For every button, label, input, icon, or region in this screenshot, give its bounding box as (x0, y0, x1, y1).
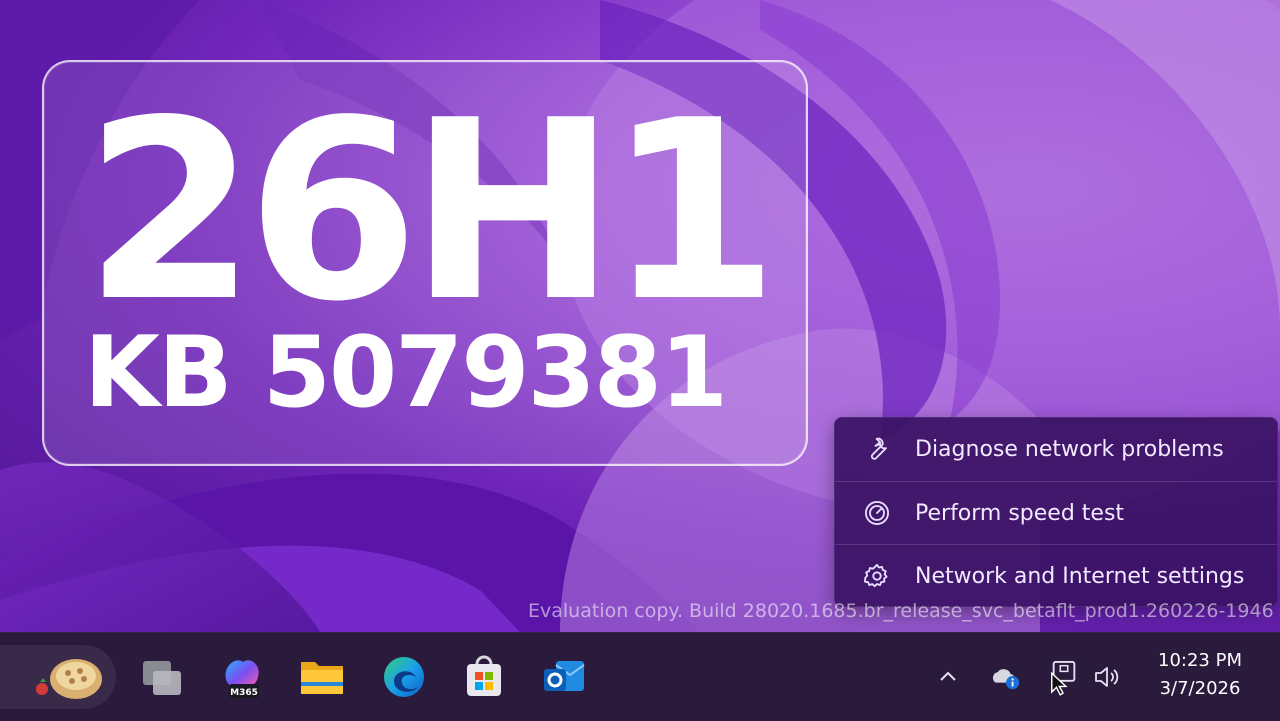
evaluation-watermark: Evaluation copy. Build 28020.1685.br_rel… (528, 600, 1274, 622)
taskbar-task-view[interactable] (136, 651, 188, 703)
ethernet-icon (1051, 660, 1076, 696)
taskbar-file-explorer[interactable] (296, 651, 348, 703)
tray-network[interactable] (1048, 660, 1080, 696)
menu-item-label: Diagnose network problems (915, 436, 1224, 462)
m365-badge: M365 (230, 688, 258, 698)
hero-subtitle: KB 5079381 (84, 316, 728, 430)
wrench-icon (861, 433, 893, 465)
clock-time: 10:23 PM (1158, 650, 1242, 671)
gear-icon (861, 560, 893, 592)
folder-icon (301, 662, 343, 694)
menu-item-network-settings[interactable]: Network and Internet settings (835, 545, 1277, 607)
m365-icon: M365 (225, 660, 259, 698)
tray-onedrive[interactable] (990, 661, 1022, 693)
store-icon (467, 655, 501, 696)
taskbar: M365 10:23 PM 3/7/2026 (0, 632, 1280, 721)
menu-item-label: Perform speed test (915, 500, 1125, 526)
widgets-button[interactable] (0, 645, 116, 709)
taskbar-microsoft-store[interactable] (458, 651, 510, 703)
cloud-info-icon (992, 669, 1020, 690)
menu-item-label: Network and Internet settings (915, 563, 1245, 589)
edge-icon (384, 657, 424, 697)
outlook-icon (544, 661, 585, 691)
taskbar-m365[interactable]: M365 (216, 651, 268, 703)
network-context-menu: Diagnose network problems Perform speed … (834, 417, 1278, 607)
chevron-up-icon (940, 671, 956, 681)
show-hidden-icons-button[interactable] (932, 661, 964, 693)
speedometer-icon (861, 497, 893, 529)
pie-icon (36, 659, 102, 699)
task-view-icon (143, 661, 181, 695)
menu-item-diagnose[interactable]: Diagnose network problems (835, 418, 1277, 480)
taskbar-edge[interactable] (378, 651, 430, 703)
speaker-icon (1095, 667, 1119, 687)
menu-item-speed-test[interactable]: Perform speed test (835, 482, 1277, 544)
taskbar-clock[interactable]: 10:23 PM 3/7/2026 (1140, 647, 1260, 703)
taskbar-outlook[interactable] (538, 651, 590, 703)
clock-date: 3/7/2026 (1159, 678, 1241, 699)
hero-card: 26H1 KB 5079381 (42, 60, 808, 466)
tray-volume[interactable] (1092, 661, 1124, 693)
